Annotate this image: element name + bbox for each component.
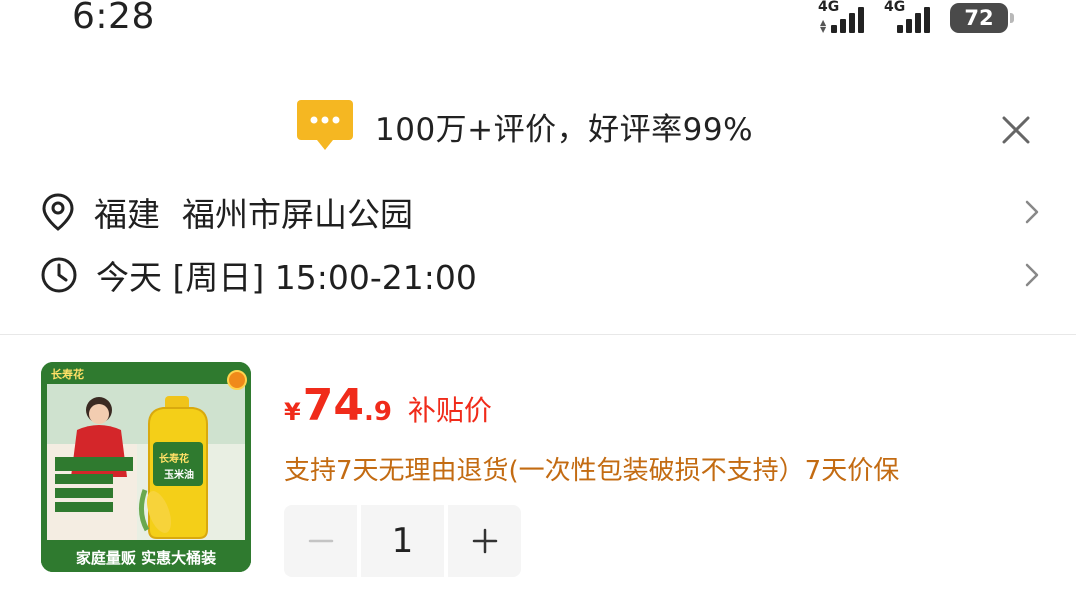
address-text: 福建 福州市屏山公园 — [94, 188, 413, 236]
plus-icon — [472, 528, 497, 554]
signal-icon: 4G ▲ ▼ — [818, 0, 874, 35]
location-pin-icon — [42, 193, 74, 231]
province-label: 福建 — [94, 195, 160, 234]
delivery-address-row[interactable]: 福建 福州市屏山公园 — [40, 187, 1040, 237]
price-row: ¥ 74 .9 补贴价 — [284, 380, 492, 431]
chat-bubble-icon — [297, 100, 353, 150]
product-image-caption: 家庭量贩 实惠大桶装 — [75, 549, 217, 567]
review-banner: 100万+评价，好评率99% — [297, 100, 753, 152]
product-image[interactable]: 长寿花 长寿花 玉米油 家庭量贩 实惠大桶装 — [41, 362, 251, 572]
quantity-stepper: 1 — [284, 505, 521, 577]
price-tag: 补贴价 — [407, 394, 492, 427]
data-arrows-icon: ▲ ▼ — [820, 18, 827, 34]
chevron-right-icon — [1025, 200, 1039, 224]
increase-button[interactable] — [448, 505, 521, 577]
review-summary-text: 100万+评价，好评率99% — [375, 111, 754, 148]
close-icon[interactable] — [996, 110, 1036, 150]
delivery-time-text: 今天 [周日] 15:00-21:00 — [96, 258, 477, 297]
price-integer: 74 — [302, 380, 364, 431]
chevron-right-icon — [1025, 263, 1039, 287]
service-guarantee-text: 支持7天无理由退货(一次性包装破损不支持）7天价保 — [284, 456, 900, 486]
clock-icon — [41, 257, 77, 293]
currency-symbol: ¥ — [284, 398, 301, 426]
status-icons: 4G ▲ ▼ 4G 72 — [818, 0, 1014, 36]
svg-text:长寿花: 长寿花 — [159, 452, 189, 465]
battery-level: 72 — [964, 6, 994, 30]
quantity-value[interactable]: 1 — [361, 505, 444, 577]
section-divider — [0, 334, 1076, 335]
decrease-button[interactable] — [284, 505, 357, 577]
signal-icon: 4G — [884, 0, 940, 35]
delivery-time-row[interactable]: 今天 [周日] 15:00-21:00 — [40, 250, 1040, 300]
minus-icon — [308, 539, 333, 543]
oil-label: 玉米油 — [164, 468, 194, 481]
brand-mark: 长寿花 — [51, 367, 84, 381]
price-decimal: .9 — [363, 397, 392, 427]
address-detail: 福州市屏山公园 — [182, 195, 413, 234]
battery-icon: 72 — [950, 3, 1014, 33]
status-time: 6:28 — [72, 0, 155, 37]
